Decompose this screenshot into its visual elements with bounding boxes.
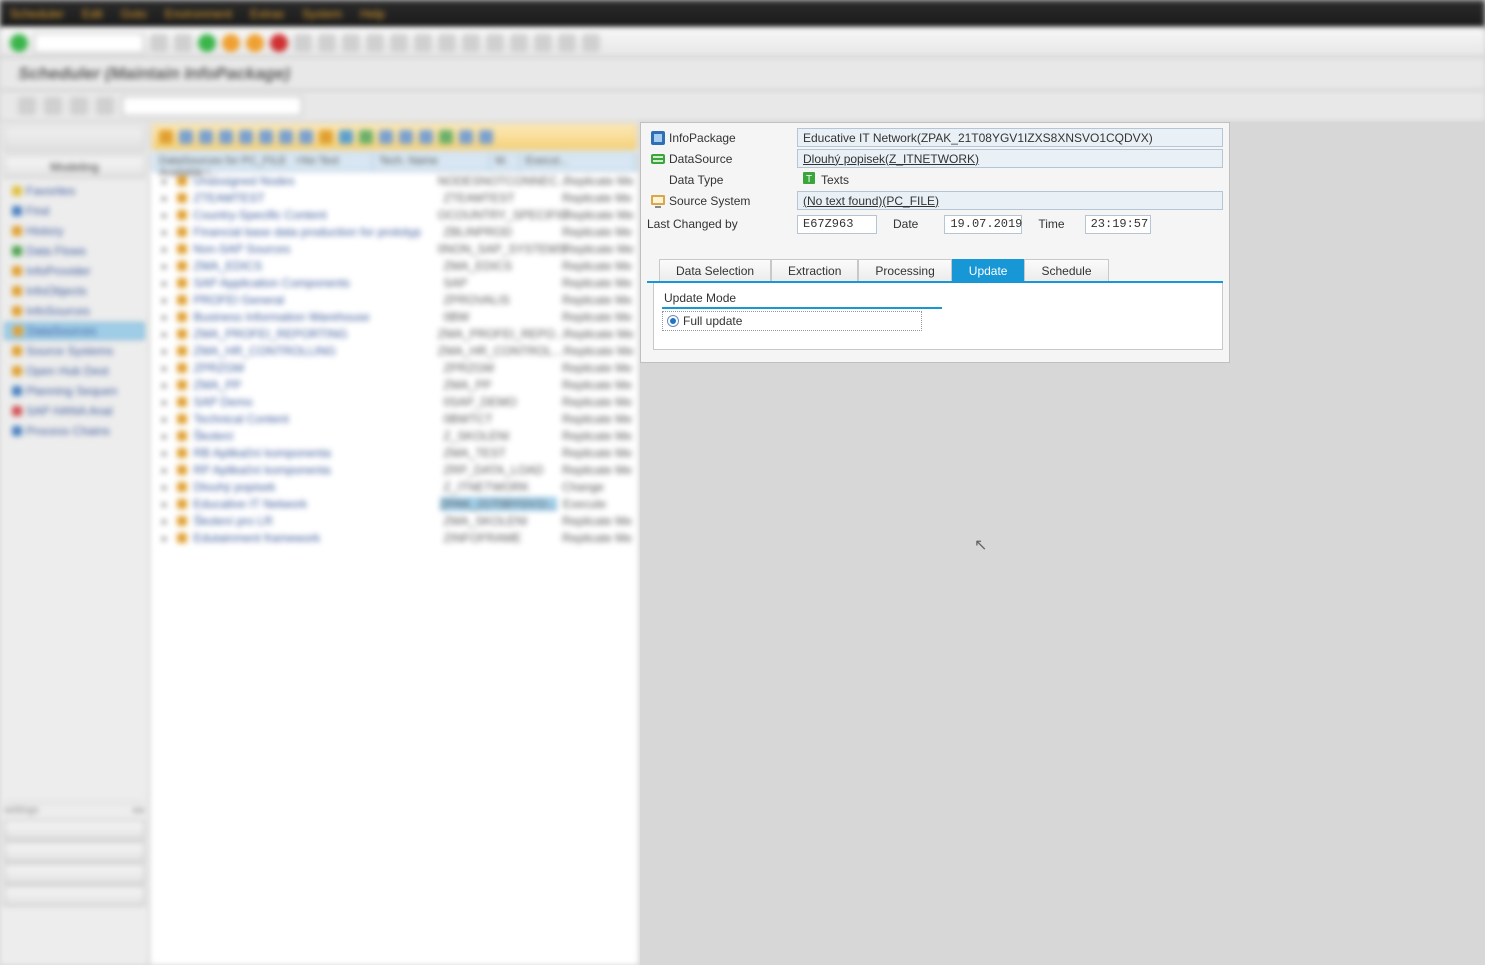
- header-label: InfoPackage: [669, 131, 797, 145]
- header-row-datasource: DataSourceDlouhý popisek(Z_ITNETWORK): [647, 148, 1223, 169]
- tree-row[interactable]: ▸ZTEAMTESTZTEAMTESTReplicate Me: [152, 189, 637, 206]
- tab-extraction[interactable]: Extraction: [771, 259, 858, 281]
- header-row-source-system: Source System(No text found)(PC_FILE): [647, 190, 1223, 211]
- header-value[interactable]: (No text found)(PC_FILE): [797, 191, 1223, 210]
- tree-row[interactable]: ▸PROFEI GeneralZPROVALISReplicate Me: [152, 291, 637, 308]
- header-value[interactable]: Dlouhý popisek(Z_ITNETWORK): [797, 149, 1223, 168]
- nav-sidebar: Modeling Favorites Find History Data Flo…: [0, 122, 150, 965]
- tree-row[interactable]: ▸ZMA_PPZMA_PPReplicate Me: [152, 376, 637, 393]
- radio-selected-icon: [667, 315, 679, 327]
- last-changed-row: Last Changed by E67Z963 Date 19.07.2019 …: [647, 213, 1223, 235]
- sub-toolbar: [0, 90, 1485, 122]
- tree-row[interactable]: ▸ZMA_HR_CONTROLLINGZMA_HR_CONTROL...Repl…: [152, 342, 637, 359]
- header-value: TTexts: [797, 170, 1223, 189]
- tree-row[interactable]: ▸SAP Demo0SAP_DEMOReplicate Me: [152, 393, 637, 410]
- cursor-icon: ↖: [974, 535, 987, 555]
- last-changed-date: 19.07.2019: [944, 215, 1022, 234]
- infopackage-tabstrip: Data SelectionExtractionProcessingUpdate…: [647, 259, 1223, 283]
- datasource-icon: [647, 151, 669, 167]
- tree-row[interactable]: ▸Dlouhý popisekZ_ITNETWORKChange: [152, 478, 637, 495]
- header-label: DataSource: [669, 152, 797, 166]
- tree-row[interactable]: ▸ZMA_EDICSZMA_EDICSReplicate Me: [152, 257, 637, 274]
- header-label: Source System: [669, 194, 797, 208]
- svg-text:T: T: [806, 174, 812, 185]
- source-system-icon: [647, 193, 669, 209]
- last-changed-label: Last Changed by: [647, 217, 797, 231]
- full-update-radio[interactable]: Full update: [662, 311, 922, 331]
- tree-row[interactable]: ▸Country-Specific ContentOCOUNTRY_SPECIF…: [152, 206, 637, 223]
- tab-schedule[interactable]: Schedule: [1024, 259, 1108, 281]
- tree-row[interactable]: ▸ZMA_PROFEI_REPORTINGZMA_PROFEI_REPO...R…: [152, 325, 637, 342]
- update-tab-body: Update Mode Full update: [653, 283, 1223, 350]
- last-changed-time: 23:19:57: [1085, 215, 1151, 234]
- tree-row[interactable]: ▸SAP Application ComponentsSAPReplicate …: [152, 274, 637, 291]
- full-update-label: Full update: [683, 314, 742, 328]
- tree-row[interactable]: ▸RP Aplikační komponentaZRP_DATA_LOADRep…: [152, 461, 637, 478]
- header-row-data-type: Data TypeTTexts: [647, 169, 1223, 190]
- tree-row[interactable]: ▸Školení pro LRZMA_SKOLENIReplicate Me: [152, 512, 637, 529]
- tree-row[interactable]: ▸Business Information Warehouse0BWReplic…: [152, 308, 637, 325]
- tab-update[interactable]: Update: [952, 259, 1025, 281]
- tree-row[interactable]: ▸Financial base data production for prot…: [152, 223, 637, 240]
- tree-row[interactable]: ▸Educative IT NetworkZPAK_21T08YGV1I...E…: [152, 495, 637, 512]
- date-label: Date: [889, 217, 928, 231]
- infopackage-header-card: InfoPackageEducative IT Network(ZPAK_21T…: [640, 122, 1230, 363]
- tree-row[interactable]: ▸Non-SAP Sources0NON_SAP_SYSTEMSReplicat…: [152, 240, 637, 257]
- tab-data-selection[interactable]: Data Selection: [659, 259, 771, 281]
- update-mode-group-title: Update Mode: [662, 289, 942, 309]
- header-value: Educative IT Network(ZPAK_21T08YGV1IZXS8…: [797, 128, 1223, 147]
- page-title: Scheduler (Maintain InfoPackage): [0, 58, 1485, 90]
- tree-row[interactable]: ▸Technical Content0BWTCTReplicate Me: [152, 410, 637, 427]
- tree-row[interactable]: ▸ZPRZGMZPRZGMReplicate Me: [152, 359, 637, 376]
- texts-icon: T: [801, 170, 817, 189]
- infopackage-icon: [647, 130, 669, 146]
- tree-row[interactable]: ▸Edutainment frameworkZINFOFRAMEReplicat…: [152, 529, 637, 546]
- header-label: Data Type: [669, 173, 797, 187]
- last-changed-user: E67Z963: [797, 215, 877, 234]
- app-toolbar: [0, 28, 1485, 58]
- datasource-tree: DataSources for PC_FILE <No Text Availab…: [150, 122, 640, 965]
- tree-row[interactable]: ▸Unassigned NodesNODESNOTCONNEC...Replic…: [152, 172, 637, 189]
- infopackage-panel: InfoPackageEducative IT Network(ZPAK_21T…: [640, 122, 1485, 965]
- tree-row[interactable]: ▸RB Aplikační komponentaZMA_TESTReplicat…: [152, 444, 637, 461]
- tree-row[interactable]: ▸ŠkoleníZ_SKOLENIReplicate Me: [152, 427, 637, 444]
- tab-processing[interactable]: Processing: [858, 259, 951, 281]
- time-label: Time: [1034, 217, 1074, 231]
- header-row-infopackage: InfoPackageEducative IT Network(ZPAK_21T…: [647, 127, 1223, 148]
- menubar: SchedulerEditGotoEnvironmentExtrasSystem…: [0, 0, 1485, 28]
